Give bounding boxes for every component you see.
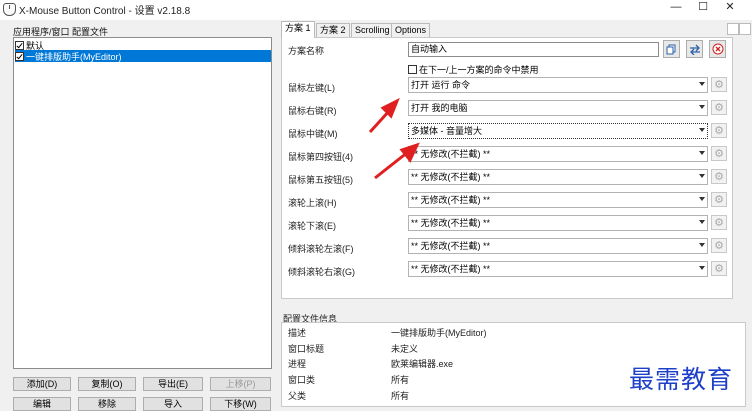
- annotation-arrow-shaft: [374, 150, 409, 180]
- annotation-arrows: [368, 97, 420, 180]
- watermark-logo: 最需教育: [629, 365, 734, 394]
- annotation-arrow-head: [399, 142, 420, 163]
- tab-layer-1[interactable]: 方案 1: [281, 21, 315, 38]
